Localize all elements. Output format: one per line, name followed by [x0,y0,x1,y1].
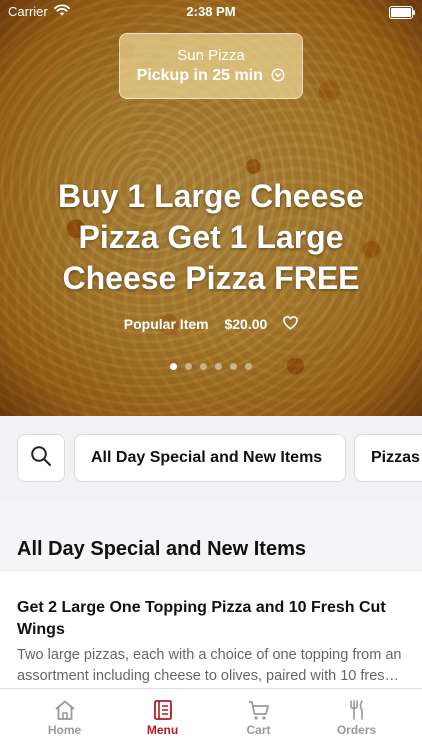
status-time: 2:38 PM [186,4,236,19]
battery-icon [389,6,415,19]
carousel-dot[interactable] [230,363,237,370]
chevron-down-icon [271,68,285,87]
tab-cart-label: Cart [246,723,271,737]
hero-banner[interactable]: Carrier 2:38 PM Sun Pizza Pickup in 25 m… [0,0,422,416]
menu-item-description: Two large pizzas, each with a choice of … [17,647,402,684]
tab-orders-label: Orders [336,723,377,737]
carousel-dot[interactable] [215,363,222,370]
carousel-dots[interactable] [0,357,422,375]
promo-title: Buy 1 Large Cheese Pizza Get 1 Large Che… [58,178,364,296]
status-bar: Carrier 2:38 PM [0,0,422,24]
promo-meta: Popular Item $20.00 [0,315,422,333]
tab-cart[interactable]: Cart [206,689,311,751]
promo-price: $20.00 [224,316,268,333]
fork-knife-icon [304,699,409,721]
tab-home-label: Home [47,723,82,737]
promo-tag: Popular Item [123,316,209,333]
tab-orders[interactable]: Orders [304,689,409,751]
search-icon [30,445,52,472]
store-name: Sun Pizza [177,47,245,64]
category-chip-all-day-special[interactable]: All Day Special and New Items [74,434,346,482]
heart-icon[interactable] [283,315,298,333]
store-pickup-selector[interactable]: Sun Pizza Pickup in 25 min [119,33,303,99]
home-icon [12,699,117,721]
category-chip-pizzas[interactable]: Pizzas [354,434,422,482]
carousel-dot[interactable] [185,363,192,370]
menu-item-card[interactable]: Get 2 Large One Topping Pizza and 10 Fre… [0,570,422,689]
menu-item-title: Get 2 Large One Topping Pizza and 10 Fre… [17,599,386,638]
tab-menu[interactable]: Menu [110,689,215,751]
tab-bar: Home Menu Cart Orders [0,688,422,751]
cart-icon [206,699,311,721]
search-button[interactable] [17,434,65,482]
carousel-dot[interactable] [170,363,177,370]
category-strip[interactable]: All Day Special and New Items Pizzas [0,416,422,500]
section-header: All Day Special and New Items [0,500,422,570]
carousel-dot[interactable] [245,363,252,370]
carousel-dot[interactable] [200,363,207,370]
tab-home[interactable]: Home [12,689,117,751]
section-title: All Day Special and New Items [17,538,306,560]
menu-icon [110,699,215,721]
tab-menu-label: Menu [146,723,179,737]
pickup-time: Pickup in 25 min [136,67,263,84]
